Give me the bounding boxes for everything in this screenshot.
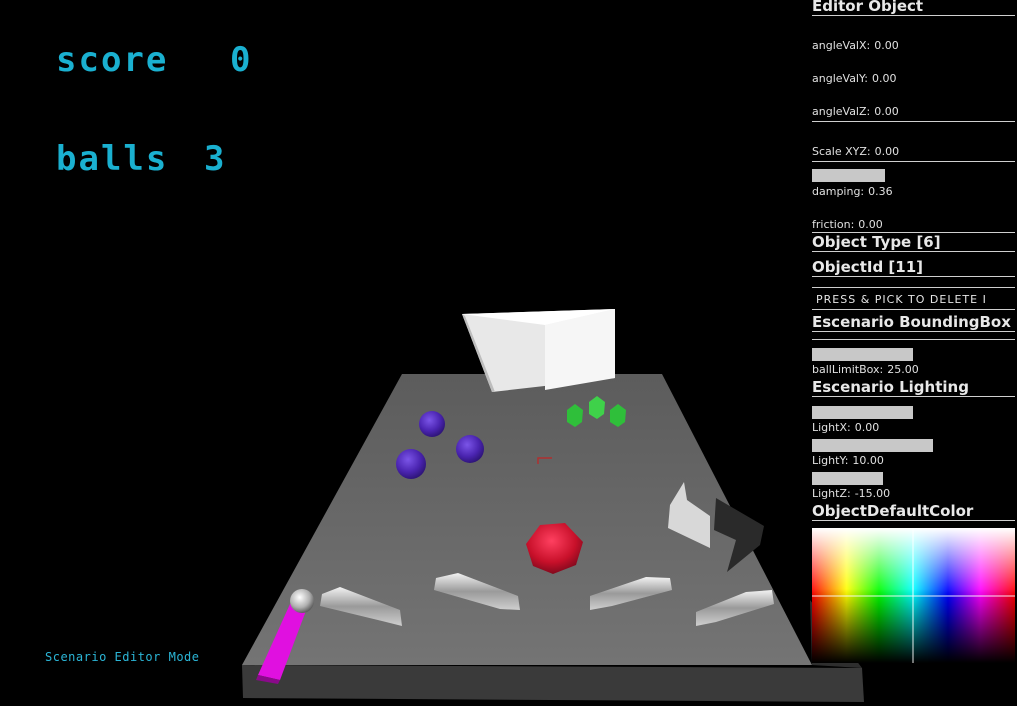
editor-panel: Editor Object angleValX: 0.00 angleValY: 0… <box>810 0 1017 706</box>
damping-field: damping: 0.36 <box>812 185 893 198</box>
light-y-slider[interactable] <box>812 439 933 452</box>
angle-x-label: angleValX: <box>812 39 871 52</box>
ball-limit-slider[interactable] <box>812 348 913 361</box>
scale-value: 0.00 <box>874 145 900 158</box>
light-x-label: LightX: <box>812 421 851 434</box>
divider <box>812 121 1015 122</box>
color-picker[interactable] <box>812 528 1015 663</box>
light-z-slider[interactable] <box>812 472 883 485</box>
press-pick-delete-button[interactable]: PRESS & PICK TO DELETE I <box>812 293 1015 307</box>
light-y-value: 10.00 <box>852 454 884 467</box>
angle-z-value: 0.00 <box>874 105 899 118</box>
default-color-title: ObjectDefaultColor <box>812 502 1015 521</box>
ball-limit-label: ballLimitBox: <box>812 363 884 376</box>
damping-slider[interactable] <box>812 169 885 182</box>
friction-field[interactable]: friction: 0.00 <box>812 218 883 231</box>
divider <box>812 287 1015 288</box>
purple-bumper-ball[interactable] <box>456 435 484 463</box>
light-x-value: 0.00 <box>854 421 880 434</box>
ball-limit-value: 25.00 <box>887 363 919 376</box>
divider <box>812 339 1015 340</box>
purple-bumper-ball[interactable] <box>396 449 426 479</box>
bounding-box-title: Escenario BoundingBox <box>812 313 1015 332</box>
friction-value: 0.00 <box>858 218 883 231</box>
object-id-label[interactable]: ObjectId [11] <box>812 258 1015 277</box>
angle-y-value: 0.00 <box>871 72 897 85</box>
score-display: score 0 <box>56 40 250 80</box>
friction-label: friction: <box>812 218 855 231</box>
pinball-steel-ball[interactable] <box>290 589 314 613</box>
light-x-slider[interactable] <box>812 406 913 419</box>
purple-bumper-ball[interactable] <box>419 411 445 437</box>
balls-label: balls <box>56 139 169 179</box>
scale-label: Scale XYZ: <box>812 145 871 158</box>
light-z-field: LightZ: -15.00 <box>812 487 890 500</box>
editor-object-title: Editor Object <box>812 0 1015 16</box>
angle-z-field[interactable]: angleValZ: 0.00 <box>812 105 899 118</box>
object-type-label[interactable]: Object Type [6] <box>812 233 1015 252</box>
damping-label: damping: <box>812 185 865 198</box>
angle-y-label: angleValY: <box>812 72 868 85</box>
light-y-label: LightY: <box>812 454 849 467</box>
divider <box>812 309 1015 310</box>
angle-y-field[interactable]: angleValY: 0.00 <box>812 72 896 85</box>
light-z-label: LightZ: <box>812 487 851 500</box>
damping-value: 0.36 <box>868 185 893 198</box>
light-y-field: LightY: 10.00 <box>812 454 884 467</box>
angle-x-field[interactable]: angleValX: 0.00 <box>812 39 899 52</box>
angle-x-value: 0.00 <box>874 39 899 52</box>
score-value: 0 <box>230 40 253 80</box>
scale-field[interactable]: Scale XYZ: 0.00 <box>812 145 899 158</box>
ball-limit-field: ballLimitBox: 25.00 <box>812 363 919 376</box>
editor-mode-label: Scenario Editor Mode <box>45 650 200 664</box>
divider <box>812 161 1015 162</box>
lighting-title: Escenario Lighting <box>812 378 1015 397</box>
balls-display: balls 3 <box>56 139 224 179</box>
light-z-value: -15.00 <box>854 487 891 500</box>
light-x-field: LightX: 0.00 <box>812 421 879 434</box>
score-label: score <box>56 40 169 80</box>
table-front-edge <box>242 665 864 702</box>
angle-z-label: angleValZ: <box>812 105 871 118</box>
balls-value: 3 <box>204 139 227 179</box>
